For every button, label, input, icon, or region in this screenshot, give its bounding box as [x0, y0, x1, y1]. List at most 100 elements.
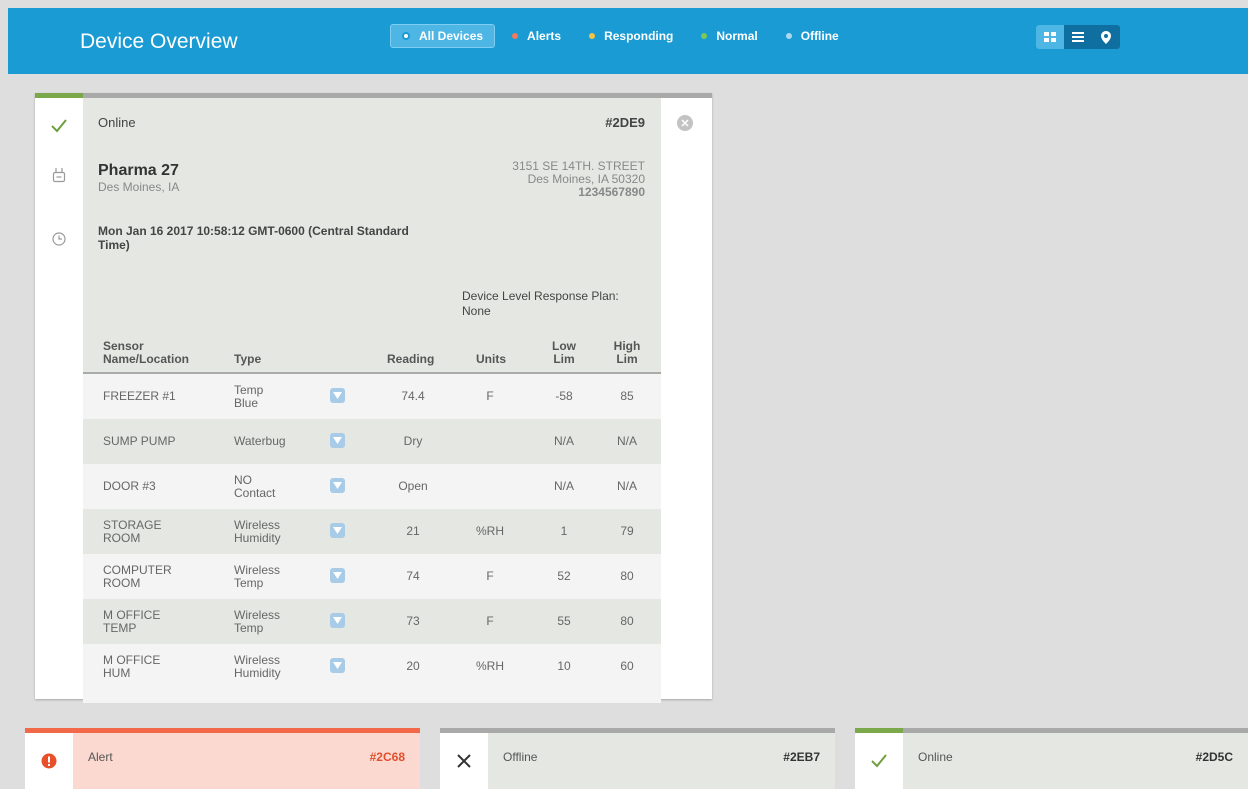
- expand-sensor-button[interactable]: [330, 478, 345, 493]
- cell-low: N/A: [553, 479, 574, 493]
- card-body: Alert #2C68: [73, 733, 420, 789]
- cell-text: ROOM: [103, 531, 141, 545]
- chevron-down-icon: [333, 482, 342, 489]
- card-body: Offline #2EB7: [488, 733, 835, 789]
- filter-label: Responding: [604, 29, 674, 43]
- device-status: Offline: [503, 750, 538, 764]
- top-bar: Device Overview All Devices Alerts Respo…: [8, 8, 1248, 74]
- cell-high: N/A: [616, 434, 637, 448]
- expand-sensor-button[interactable]: [330, 388, 345, 403]
- clock-icon: [49, 229, 69, 249]
- cell-high: N/A: [616, 479, 637, 493]
- chevron-down-icon: [333, 437, 342, 444]
- expand-sensor-button[interactable]: [330, 523, 345, 538]
- page-title: Device Overview: [80, 30, 238, 53]
- cell-type: Waterbug: [234, 435, 314, 448]
- cell-text: ROOM: [103, 576, 141, 590]
- response-plan-label: Device Level Response Plan:: [462, 289, 619, 303]
- cell-text: SUMP PUMP: [103, 434, 176, 448]
- cell-name: SUMP PUMP: [103, 435, 213, 448]
- cell-name: STORAGE ROOM: [103, 519, 213, 545]
- chevron-down-icon: [333, 527, 342, 534]
- device-icon: [49, 165, 69, 185]
- cell-type: Temp Blue: [234, 384, 314, 410]
- cell-name: COMPUTER ROOM: [103, 564, 213, 590]
- x-icon: [440, 733, 488, 789]
- expand-sensor-button[interactable]: [330, 613, 345, 628]
- cell-reading: 73: [406, 614, 420, 628]
- filter-offline[interactable]: Offline: [775, 24, 850, 48]
- cell-text: HUM: [103, 666, 131, 680]
- cell-reading: 21: [406, 524, 420, 538]
- table-footer: [83, 689, 661, 703]
- cell-units: F: [486, 389, 494, 403]
- cell-reading: 20: [406, 659, 420, 673]
- close-card-button[interactable]: ✕: [677, 115, 693, 131]
- last-update-time: Mon Jan 16 2017 10:58:12 GMT-0600 (Centr…: [98, 224, 409, 252]
- cell-type: Wireless Humidity: [234, 519, 314, 545]
- cell-type: Wireless Temp: [234, 609, 314, 635]
- device-id: #2D5C: [1195, 750, 1233, 764]
- filter-label: Normal: [716, 29, 758, 43]
- cell-text: FREEZER #1: [103, 389, 176, 403]
- cell-reading: 74.4: [401, 389, 425, 403]
- filter-dot-icon: [512, 33, 519, 39]
- header-text: Lim: [616, 352, 638, 366]
- grid-icon: [1044, 32, 1056, 42]
- filter-dot-icon: [701, 33, 708, 39]
- map-view-button[interactable]: [1092, 25, 1120, 49]
- device-card-offline[interactable]: Offline #2EB7: [440, 728, 835, 789]
- device-card-alert[interactable]: Alert #2C68: [25, 728, 420, 789]
- list-view-button[interactable]: [1064, 25, 1092, 49]
- cell-name: M OFFICE TEMP: [103, 609, 213, 635]
- cell-units: F: [486, 614, 494, 628]
- cell-type: NO Contact: [234, 474, 314, 500]
- device-address: 3151 SE 14TH. STREET Des Moines, IA 5032…: [512, 160, 645, 199]
- cell-text: Waterbug: [234, 434, 286, 448]
- cell-text: Blue: [234, 396, 259, 410]
- device-id: #2DE9: [605, 115, 645, 130]
- card-side-icons: [35, 98, 83, 699]
- close-icon: ✕: [680, 117, 690, 130]
- chevron-down-icon: [333, 392, 342, 399]
- cell-high: 80: [620, 614, 634, 628]
- map-pin-icon: [1101, 30, 1111, 44]
- cell-high: 80: [620, 569, 634, 583]
- filter-dot-icon: [589, 33, 596, 39]
- col-low-limit: Low Lim: [549, 340, 579, 366]
- cell-text: DOOR #3: [103, 479, 156, 493]
- grid-view-button[interactable]: [1036, 25, 1064, 49]
- filter-dot-icon: [402, 32, 410, 40]
- cell-text: Temp: [234, 576, 264, 590]
- filter-all-devices[interactable]: All Devices: [390, 24, 496, 48]
- device-status: Alert: [88, 750, 113, 764]
- cell-text: Humidity: [234, 666, 281, 680]
- filter-label: Offline: [800, 29, 839, 43]
- filter-label: Alerts: [527, 29, 562, 43]
- table-row: FREEZER #1 Temp Blue 74.4 F -58 85: [83, 374, 661, 419]
- table-row: SUMP PUMP Waterbug Dry N/A N/A: [83, 419, 661, 464]
- check-icon: [855, 733, 903, 789]
- cell-reading: Dry: [403, 434, 423, 448]
- device-card-online[interactable]: Online #2D5C: [855, 728, 1248, 789]
- cell-high: 60: [620, 659, 634, 673]
- filter-alerts[interactable]: Alerts: [501, 24, 572, 48]
- expand-sensor-button[interactable]: [330, 433, 345, 448]
- list-icon: [1072, 32, 1084, 42]
- status-filter-bar: All Devices Alerts Responding Normal Off…: [390, 24, 856, 48]
- expand-sensor-button[interactable]: [330, 568, 345, 583]
- filter-responding[interactable]: Responding: [578, 24, 684, 48]
- view-toggle: [1036, 25, 1120, 49]
- cell-reading: 74: [406, 569, 420, 583]
- check-icon: [49, 116, 69, 136]
- expand-sensor-button[interactable]: [330, 658, 345, 673]
- chevron-down-icon: [333, 617, 342, 624]
- filter-normal[interactable]: Normal: [690, 24, 768, 48]
- cell-name: DOOR #3: [103, 480, 213, 493]
- filter-label: All Devices: [419, 29, 484, 43]
- col-sensor-name: Sensor Name/Location: [103, 340, 189, 366]
- cell-low: 55: [557, 614, 571, 628]
- device-phone: 1234567890: [578, 185, 645, 199]
- device-status: Online: [98, 115, 136, 130]
- device-card: Online #2DE9 Pharma 27 Des Moines, IA 31…: [35, 93, 712, 703]
